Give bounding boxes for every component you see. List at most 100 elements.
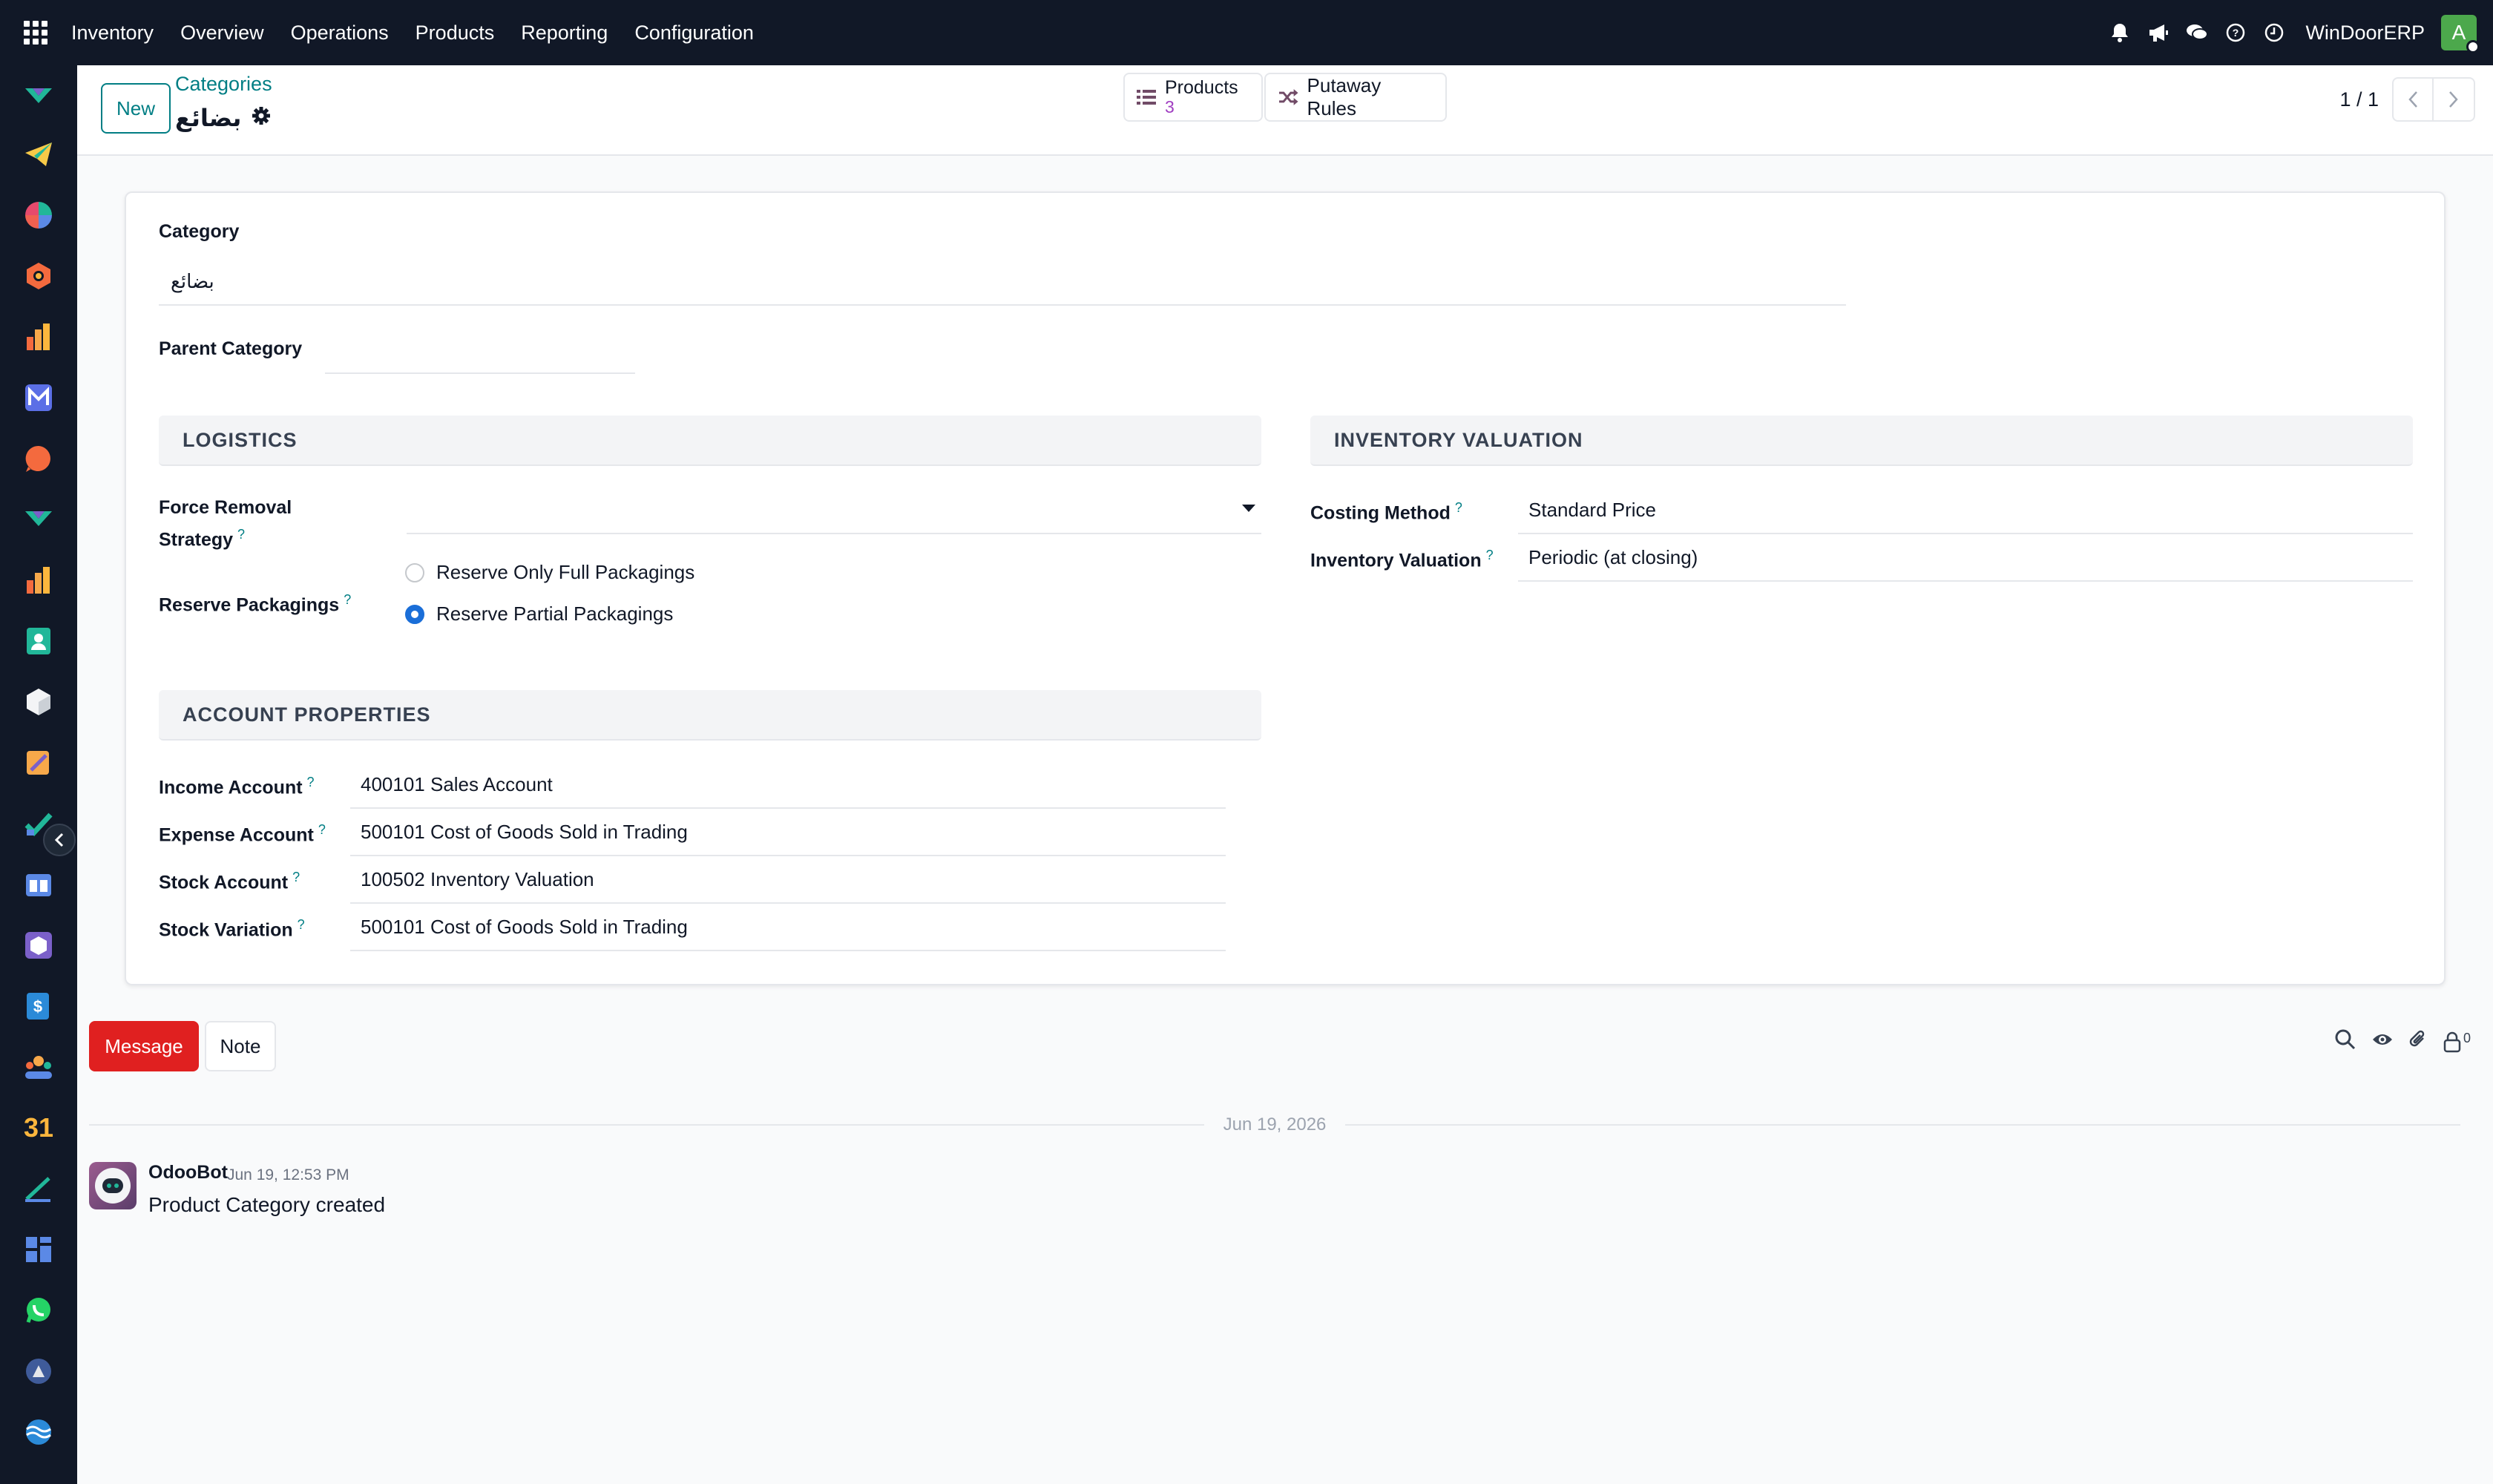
help-icon[interactable]: ? xyxy=(292,870,300,884)
putaway-rules-label: Putaway Rules xyxy=(1307,74,1382,119)
pager-value[interactable]: 1 / 1 xyxy=(2339,88,2379,111)
calendar-app-icon[interactable]: 31 xyxy=(22,1112,55,1144)
svg-text:$: $ xyxy=(33,997,42,1016)
help-icon[interactable]: ? xyxy=(344,592,351,607)
help-icon[interactable]: ? xyxy=(1486,548,1494,562)
followers-button[interactable]: 0 xyxy=(2443,1031,2471,1053)
odoobot-avatar[interactable] xyxy=(89,1162,137,1209)
magic-app-icon[interactable] xyxy=(22,746,55,779)
chat-icon[interactable] xyxy=(2178,0,2216,65)
avatar-letter: A xyxy=(2451,21,2466,44)
menu-operations[interactable]: Operations xyxy=(277,0,402,65)
reserve-full-option[interactable]: Reserve Only Full Packagings xyxy=(405,561,694,584)
main-menu: Inventory Overview Operations Products R… xyxy=(71,0,767,65)
reserve-partial-label[interactable]: Reserve Partial Packagings xyxy=(436,603,673,626)
hexagon-app-icon[interactable] xyxy=(22,260,55,292)
stock-variation-input[interactable]: 500101 Cost of Goods Sold in Trading xyxy=(350,904,1226,951)
menu-overview[interactable]: Overview xyxy=(167,0,277,65)
whatsapp-app-icon[interactable] xyxy=(22,1294,55,1327)
sign-app-icon[interactable] xyxy=(22,1172,55,1205)
breadcrumb-categories[interactable]: Categories xyxy=(175,73,272,96)
company-name[interactable]: WinDoorERP xyxy=(2305,22,2425,45)
products-smart-button[interactable]: Products 3 xyxy=(1123,73,1263,122)
cube-app-icon[interactable] xyxy=(22,929,55,962)
parent-category-input[interactable] xyxy=(325,326,635,374)
category-label: Category xyxy=(159,221,240,242)
discuss-2-app-icon[interactable] xyxy=(22,503,55,536)
help-icon[interactable]: ? xyxy=(318,822,326,837)
help-icon[interactable]: ? xyxy=(2216,0,2255,65)
menu-products[interactable]: Products xyxy=(402,0,508,65)
expense-account-input[interactable]: 500101 Cost of Goods Sold in Trading xyxy=(350,809,1226,856)
new-button[interactable]: New xyxy=(101,83,171,134)
message-timestamp: Jun 19, 12:53 PM xyxy=(227,1166,349,1183)
dollar-app-icon[interactable]: $ xyxy=(22,990,55,1022)
wave-app-icon[interactable] xyxy=(22,1416,55,1448)
bar-chart-app-icon[interactable] xyxy=(22,321,55,353)
separator-line xyxy=(1345,1124,2461,1126)
megaphone-icon[interactable] xyxy=(2139,0,2178,65)
eye-icon[interactable] xyxy=(2371,1031,2394,1051)
reserve-partial-radio[interactable] xyxy=(405,604,424,624)
help-icon[interactable]: ? xyxy=(1455,500,1462,515)
inventory-app-icon[interactable] xyxy=(22,686,55,718)
reporting-app-icon[interactable] xyxy=(22,564,55,597)
send-message-button[interactable]: Message xyxy=(89,1021,199,1071)
help-icon[interactable]: ? xyxy=(307,775,315,789)
account-properties-section-title: ACCOUNT PROPERTIES xyxy=(159,690,1261,741)
bell-icon[interactable] xyxy=(2101,0,2139,65)
mail-app-icon[interactable] xyxy=(22,381,55,414)
reserve-partial-option[interactable]: Reserve Partial Packagings xyxy=(405,603,673,626)
putaway-rules-smart-button[interactable]: Putaway Rules xyxy=(1264,73,1447,122)
app-name-link[interactable]: Inventory xyxy=(71,0,167,65)
search-icon[interactable] xyxy=(2334,1028,2356,1054)
costing-method-label: Costing Method? xyxy=(1310,494,1462,526)
discuss-app-icon[interactable] xyxy=(22,80,55,113)
reserve-packagings-label-text: Reserve Packagings xyxy=(159,594,340,616)
random-icon xyxy=(1278,89,1298,105)
menu-configuration[interactable]: Configuration xyxy=(621,0,767,65)
costing-method-value[interactable]: Standard Price xyxy=(1518,487,2413,534)
category-name-input[interactable]: بضائع xyxy=(159,258,1846,306)
pager-next-button[interactable] xyxy=(2434,77,2475,122)
gear-icon[interactable] xyxy=(252,106,271,131)
expense-account-label-text: Expense Account xyxy=(159,824,314,846)
separator-date: Jun 19, 2026 xyxy=(1223,1114,1327,1135)
force-removal-select[interactable] xyxy=(407,487,1261,534)
stock-account-label-text: Stock Account xyxy=(159,872,289,893)
income-account-input[interactable]: 400101 Sales Account xyxy=(350,761,1226,809)
compass-app-icon[interactable] xyxy=(22,1355,55,1388)
force-removal-label-line1: Force Removal xyxy=(159,497,292,518)
pie-chart-app-icon[interactable] xyxy=(22,199,55,232)
telegram-app-icon[interactable] xyxy=(22,138,55,171)
message-author[interactable]: OdooBot xyxy=(148,1162,228,1183)
dashboard-app-icon[interactable] xyxy=(22,1233,55,1266)
team-app-icon[interactable] xyxy=(22,1051,55,1083)
books-app-icon[interactable] xyxy=(22,868,55,901)
clock-icon[interactable] xyxy=(2255,0,2293,65)
contacts-app-icon[interactable] xyxy=(22,625,55,657)
help-icon[interactable]: ? xyxy=(237,527,245,542)
control-panel: New Categories بضائع Products 3 Putaway … xyxy=(77,65,2493,156)
expense-account-label: Expense Account? xyxy=(159,816,326,848)
log-note-button[interactable]: Note xyxy=(205,1021,276,1071)
app-sidebar: $ 31 xyxy=(0,65,77,1484)
paperclip-icon[interactable] xyxy=(2408,1028,2428,1054)
user-avatar[interactable]: A xyxy=(2441,15,2480,53)
logistics-section-title: LOGISTICS xyxy=(159,416,1261,466)
pager-previous-button[interactable] xyxy=(2392,77,2434,122)
reserve-full-label[interactable]: Reserve Only Full Packagings xyxy=(436,561,694,584)
help-icon[interactable]: ? xyxy=(298,917,305,932)
inventory-valuation-value[interactable]: Periodic (at closing) xyxy=(1518,534,2413,582)
force-removal-label-line2: Strategy xyxy=(159,529,234,551)
record-title-text: بضائع xyxy=(175,105,242,131)
apps-menu-icon[interactable] xyxy=(0,0,71,65)
collapse-sidebar-button[interactable] xyxy=(43,824,76,856)
stock-account-input[interactable]: 100502 Inventory Valuation xyxy=(350,856,1226,904)
followers-count: 0 xyxy=(2463,1030,2471,1045)
menu-reporting[interactable]: Reporting xyxy=(508,0,621,65)
reserve-full-radio[interactable] xyxy=(405,562,424,582)
systray: ? WinDoorERP A xyxy=(2101,0,2493,65)
products-smart-count: 3 xyxy=(1165,97,1175,116)
chat-bubble-app-icon[interactable] xyxy=(22,442,55,475)
